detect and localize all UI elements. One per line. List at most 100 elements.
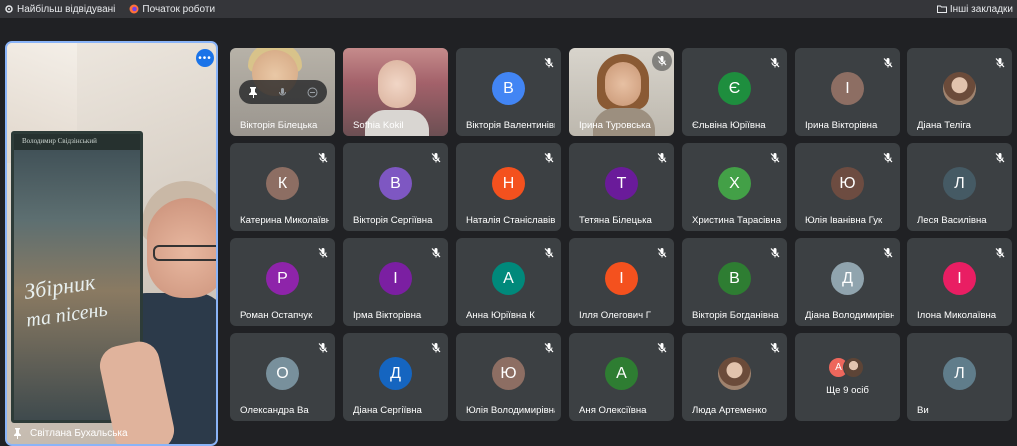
participant-tile[interactable]: А Аня Олексіївна	[569, 333, 674, 421]
participant-tile[interactable]: Д Діана Володимирівна	[795, 238, 900, 326]
muted-icon	[994, 151, 1006, 163]
folder-icon	[936, 5, 947, 13]
participant-name: Вікторія Сергіївна	[353, 215, 433, 226]
participant-tile[interactable]: Р Роман Остапчук	[230, 238, 335, 326]
participant-tile[interactable]: І Ірина Вікторівна	[795, 48, 900, 136]
avatar	[943, 72, 976, 105]
participant-tile[interactable]: Люда Артеменко	[682, 333, 787, 421]
avatar: Д	[379, 357, 412, 390]
participant-tile[interactable]: Л Леся Василівна	[907, 143, 1012, 231]
muted-icon	[430, 151, 442, 163]
avatar: Х	[718, 167, 751, 200]
participant-name: Аня Олексіївна	[579, 405, 647, 416]
avatar: Л	[943, 167, 976, 200]
remove-icon[interactable]	[307, 87, 318, 98]
avatar: І	[605, 262, 638, 295]
muted-icon	[317, 246, 329, 258]
muted-icon	[994, 56, 1006, 68]
muted-icon	[882, 246, 894, 258]
participant-name: Олександра Ва	[240, 405, 309, 416]
avatar: В	[492, 72, 525, 105]
participant-name: Леся Василівна	[917, 215, 987, 226]
tile-controls	[239, 80, 327, 104]
mic-icon[interactable]	[277, 87, 288, 98]
participant-name: Вікторія Богданівна	[692, 310, 779, 321]
avatar	[718, 357, 751, 390]
muted-icon	[656, 151, 668, 163]
muted-icon	[882, 151, 894, 163]
bookmark-label: Початок роботи	[142, 3, 216, 15]
participant-tile[interactable]: Ю Юлія Іванівна Гук	[795, 143, 900, 231]
participant-tile[interactable]: Н Наталія Станіславівна	[456, 143, 561, 231]
avatar: Д	[831, 262, 864, 295]
avatar	[843, 357, 864, 378]
participant-tile[interactable]: А Анна Юріївна К	[456, 238, 561, 326]
avatar: В	[379, 167, 412, 200]
muted-icon	[430, 246, 442, 258]
avatar: І	[379, 262, 412, 295]
book-title-line1: Збірник	[22, 269, 97, 304]
firefox-icon	[129, 4, 139, 14]
more-participants-label: Ще 9 осіб	[826, 385, 869, 396]
participant-tile[interactable]: В Вікторія Валентинівна	[456, 48, 561, 136]
participant-tile[interactable]: В Вікторія Богданівна	[682, 238, 787, 326]
participant-tile[interactable]: Діана Теліга	[907, 48, 1012, 136]
avatar: Л	[943, 357, 976, 390]
muted-icon	[994, 246, 1006, 258]
participant-tile[interactable]: К Катерина Миколаївна	[230, 143, 335, 231]
participant-name: Світлана Бухальська	[30, 428, 128, 439]
pinned-name-label: Світлана Бухальська	[13, 428, 128, 439]
bookmark-label: Найбільш відвідувані	[17, 3, 116, 15]
participant-tile[interactable]: Л Ви	[907, 333, 1012, 421]
pin-icon[interactable]	[248, 86, 259, 98]
participant-tile[interactable]: І Ілона Миколаївна	[907, 238, 1012, 326]
muted-icon	[882, 56, 894, 68]
muted-icon	[769, 246, 781, 258]
gear-icon	[5, 5, 13, 13]
muted-icon	[769, 56, 781, 68]
avatar: Р	[266, 262, 299, 295]
participant-tile[interactable]: Ю Юлія Володимирівна	[456, 333, 561, 421]
participant-tile[interactable]: Вікторія Білецька	[230, 48, 335, 136]
participant-name: Ірма Вікторівна	[353, 310, 422, 321]
participant-name: Наталія Станіславівна	[466, 215, 555, 226]
participant-tile[interactable]: Т Тетяна Білецька	[569, 143, 674, 231]
muted-icon	[652, 51, 672, 71]
participant-tile[interactable]: О Олександра Ва	[230, 333, 335, 421]
participant-name: Ірина Туровська	[579, 120, 651, 131]
participant-name: Sofhia Kokil	[353, 120, 404, 131]
avatar: О	[266, 357, 299, 390]
participant-tile[interactable]: Ірина Туровська	[569, 48, 674, 136]
bookmark-other[interactable]: Інші закладки	[936, 0, 1013, 18]
avatar: К	[266, 167, 299, 200]
participant-name: Ілона Миколаївна	[917, 310, 997, 321]
muted-icon	[543, 246, 555, 258]
participant-tile[interactable]: В Вікторія Сергіївна	[343, 143, 448, 231]
avatar: І	[943, 262, 976, 295]
participant-tile[interactable]: І Ірма Вікторівна	[343, 238, 448, 326]
participant-tile[interactable]: Sofhia Kokil	[343, 48, 448, 136]
bookmark-getting-started[interactable]: Початок роботи	[129, 4, 215, 15]
participant-name: Ірина Вікторівна	[805, 120, 878, 131]
bookmarks-bar: Найбільш відвідувані Початок роботи Інші…	[0, 0, 1017, 18]
participant-name: Діана Сергіївна	[353, 405, 422, 416]
participant-tile[interactable]: Є Єльвіна Юріївна	[682, 48, 787, 136]
muted-icon	[543, 151, 555, 163]
bookmark-most-visited[interactable]: Найбільш відвідувані	[4, 4, 115, 15]
participant-tile[interactable]: А Ще 9 осіб	[795, 333, 900, 421]
participant-name: Юлія Іванівна Гук	[805, 215, 883, 226]
muted-icon	[769, 341, 781, 353]
participant-name: Юлія Володимирівна	[466, 405, 555, 416]
muted-icon	[543, 56, 555, 68]
muted-icon	[656, 246, 668, 258]
pinned-participant-tile[interactable]: Володимир Свідзінський Збірник та пісень…	[5, 41, 218, 446]
participant-name: Тетяна Білецька	[579, 215, 652, 226]
participant-tile[interactable]: Д Діана Сергіївна	[343, 333, 448, 421]
participant-tile[interactable]: І Ілля Олегович Г	[569, 238, 674, 326]
avatar: Є	[718, 72, 751, 105]
participant-tile[interactable]: Х Христина Тарасівна	[682, 143, 787, 231]
more-options-button[interactable]: •••	[196, 49, 214, 67]
book-author: Володимир Свідзінський	[22, 137, 97, 145]
participant-name: Ви	[917, 405, 929, 416]
avatar: Ю	[492, 357, 525, 390]
